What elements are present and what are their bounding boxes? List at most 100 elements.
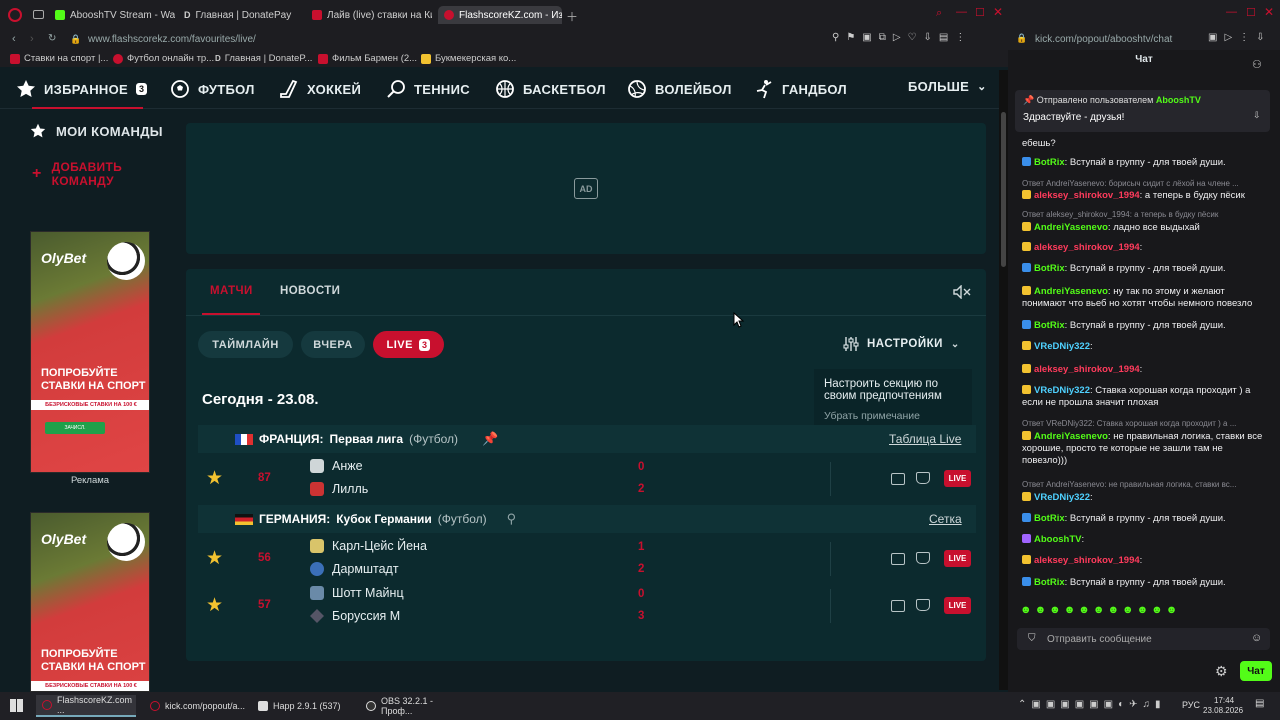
chat-username[interactable]: AndreiYasenevo [1034,286,1108,297]
minimize-icon[interactable]: — [956,6,967,18]
league-row-france[interactable]: ФРАНЦИЯ: Первая лига (Футбол) 📌 [198,425,976,453]
chat-input[interactable]: Отправить сообщение [1017,628,1270,650]
minimize-icon[interactable]: — [1226,6,1237,18]
system-tray-icons[interactable]: ⌃▣▣▣▣▣▣◐✈♫▮ [1018,699,1166,710]
tab-abooshtv[interactable]: AbooshTV Stream - Watch [55,6,175,24]
nav-favorites[interactable]: ИЗБРАННОЕ 3 [16,79,148,99]
chat-username[interactable]: AndreiYasenevo [1034,431,1108,442]
chat-shield-icon[interactable]: ⛉ [1028,633,1036,644]
taskbar-kick[interactable]: kick.com/popout/a... [144,695,245,717]
taskbar-obs[interactable]: OBS 32.2.1 - Проф... [360,695,460,717]
mute-icon[interactable] [953,285,971,299]
filter-timeline[interactable]: ТАЙМЛАЙН [198,331,293,358]
maximize-icon[interactable]: ☐ [975,6,985,19]
chat-username[interactable]: VReDNiy322 [1034,492,1090,503]
chat-username[interactable]: AndreiYasenevo [1034,222,1108,233]
pinned-message[interactable]: 📌 Отправлено пользователем AbooshTV Здра… [1015,90,1270,132]
settings-dropdown[interactable]: НАСТРОЙКИ ⌄ [843,336,960,352]
chat-username[interactable]: AbooshTV [1034,534,1082,545]
match-row[interactable]: ★ 56 Карл-Цейс Йена Дармштадт 1 2 LIVE [198,537,976,581]
olybet-ad-banner-2[interactable]: OlyBet ПОПРОБУЙТЕ СТАВКИ НА СПОРТ БЕЗРИСК… [30,512,150,692]
bookmark-3[interactable]: D Главная | DonateP... [215,53,312,64]
url-field[interactable]: www.flashscorekz.com/favourites/live/ [88,34,256,45]
chat-username[interactable]: aleksey_shirokov_1994 [1034,555,1140,566]
chat-username[interactable]: BotRix [1034,320,1065,331]
olybet-ad-banner[interactable]: OlyBet ПОПРОБУЙТЕ СТАВКИ НА СПОРТ БЕЗРИСК… [30,231,150,473]
emote-bar[interactable]: ☻☻☻☻☻☻☻☻☻☻☻ [1020,604,1270,616]
reload-icon[interactable]: ↻ [48,33,56,44]
live-table-link[interactable]: Таблица Live [889,432,961,446]
tab-live-bets[interactable]: Лайв (live) ставки на Киб [312,6,432,24]
new-tab-icon[interactable]: ＋ [566,8,578,25]
address-bar-tools-icon[interactable]: ⚲⚑▣⧉▷♡⇩▤⋮ [832,32,972,43]
tv-icon[interactable] [891,473,905,485]
notifications-icon[interactable]: ▤ [1255,698,1264,709]
chat-address-tools-icon[interactable]: ▣▷⋮⇩ [1208,32,1272,43]
filter-yesterday[interactable]: ВЧЕРА [301,331,365,358]
pin-outline-icon[interactable]: ⚲ [507,511,517,527]
chat-username[interactable]: BotRix [1034,263,1065,274]
league-row-germany[interactable]: ГЕРМАНИЯ: Кубок Германии (Футбол) ⚲ [198,505,976,533]
nav-volleyball[interactable]: ВОЛЕЙБОЛ [627,79,732,99]
close-icon[interactable]: ✕ [1264,5,1274,19]
input-language[interactable]: РУС [1182,700,1200,710]
live-button[interactable]: LIVE [944,597,971,614]
chat-settings-gear-icon[interactable]: ⚙ [1215,663,1228,680]
match-row[interactable]: ★ 87 Анже Лилль 0 2 LIVE [198,457,976,501]
chat-users-icon[interactable]: ⚇ [1252,58,1262,71]
favorite-star-icon[interactable]: ★ [206,594,223,617]
tab-matches[interactable]: МАТЧИ [210,285,253,297]
tv-icon[interactable] [891,553,905,565]
nav-tennis[interactable]: ТЕННИС [386,79,470,99]
my-teams-header[interactable]: МОИ КОМАНДЫ [30,123,163,139]
favorite-star-icon[interactable]: ★ [206,467,223,490]
live-button[interactable]: LIVE [944,470,971,487]
lineup-shirt-icon[interactable] [916,599,930,611]
chat-username[interactable]: VReDNiy322 [1034,341,1090,352]
add-team-button[interactable]: + ДОБАВИТЬ КОМАНДУ [32,160,122,188]
nav-handball[interactable]: ГАНДБОЛ [754,79,847,99]
bookmark-2[interactable]: Футбол онлайн тр... [113,53,214,64]
favorite-star-icon[interactable]: ★ [206,547,223,570]
chat-username[interactable]: BotRix [1034,513,1065,524]
close-icon[interactable]: ✕ [993,5,1003,19]
emoji-icon[interactable]: ☺ [1251,632,1262,644]
chat-username[interactable]: BotRix [1034,577,1065,588]
search-tabs-icon[interactable]: ⌕ [936,7,942,20]
collapse-pinned-icon[interactable]: ⇩ [1253,110,1261,121]
taskbar-happ[interactable]: Happ 2.9.1 (537) [252,695,352,717]
windows-start-icon[interactable] [10,699,23,712]
match-row[interactable]: ★ 57 Шотт Майнц Боруссия М 0 3 LIVE [198,584,976,628]
tv-icon[interactable] [891,600,905,612]
filter-live[interactable]: LIVE 3 [373,331,444,358]
chat-username[interactable]: VReDNiy322 [1034,385,1090,396]
opera-logo-icon[interactable] [8,8,22,22]
lineup-shirt-icon[interactable] [916,472,930,484]
chat-username[interactable]: aleksey_shirokov_1994 [1034,364,1140,375]
tab-flashscore[interactable]: FlashscoreKZ.com - Избра [438,6,562,24]
nav-more[interactable]: БОЛЬШЕ ⌄ [908,79,987,94]
live-button[interactable]: LIVE [944,550,971,567]
page-scrollbar-thumb[interactable] [1001,112,1006,267]
nav-hockey[interactable]: ХОККЕЙ [279,79,361,99]
chat-username[interactable]: aleksey_shirokov_1994 [1034,190,1140,201]
bookmark-5[interactable]: Букмекерская ко... [421,53,516,64]
bracket-link[interactable]: Сетка [929,512,962,526]
chat-url-field[interactable]: kick.com/popout/abooshtv/chat [1035,34,1172,45]
tab-news[interactable]: НОВОСТИ [280,285,340,297]
forward-icon[interactable]: › [30,33,34,45]
pin-icon[interactable]: 📌 [482,431,498,447]
bookmark-1[interactable]: Ставки на спорт |... [10,53,108,64]
nav-basketball[interactable]: БАСКЕТБОЛ [495,79,606,99]
bookmark-4[interactable]: Фильм Бармен (2... [318,53,417,64]
chat-username[interactable]: aleksey_shirokov_1994 [1034,242,1140,253]
tab-overview-icon[interactable] [33,10,44,19]
chat-send-button[interactable]: Чат [1240,661,1272,681]
tab-donatepay[interactable]: D Главная | DonatePay [184,6,304,24]
dismiss-tooltip-link[interactable]: Убрать примечание [824,410,962,422]
nav-football[interactable]: ФУТБОЛ [170,79,255,99]
maximize-icon[interactable]: ☐ [1246,6,1256,19]
taskbar-flashscore[interactable]: FlashscoreKZ.com ... [36,695,136,717]
chat-username[interactable]: BotRix [1034,157,1065,168]
back-icon[interactable]: ‹ [12,33,16,45]
